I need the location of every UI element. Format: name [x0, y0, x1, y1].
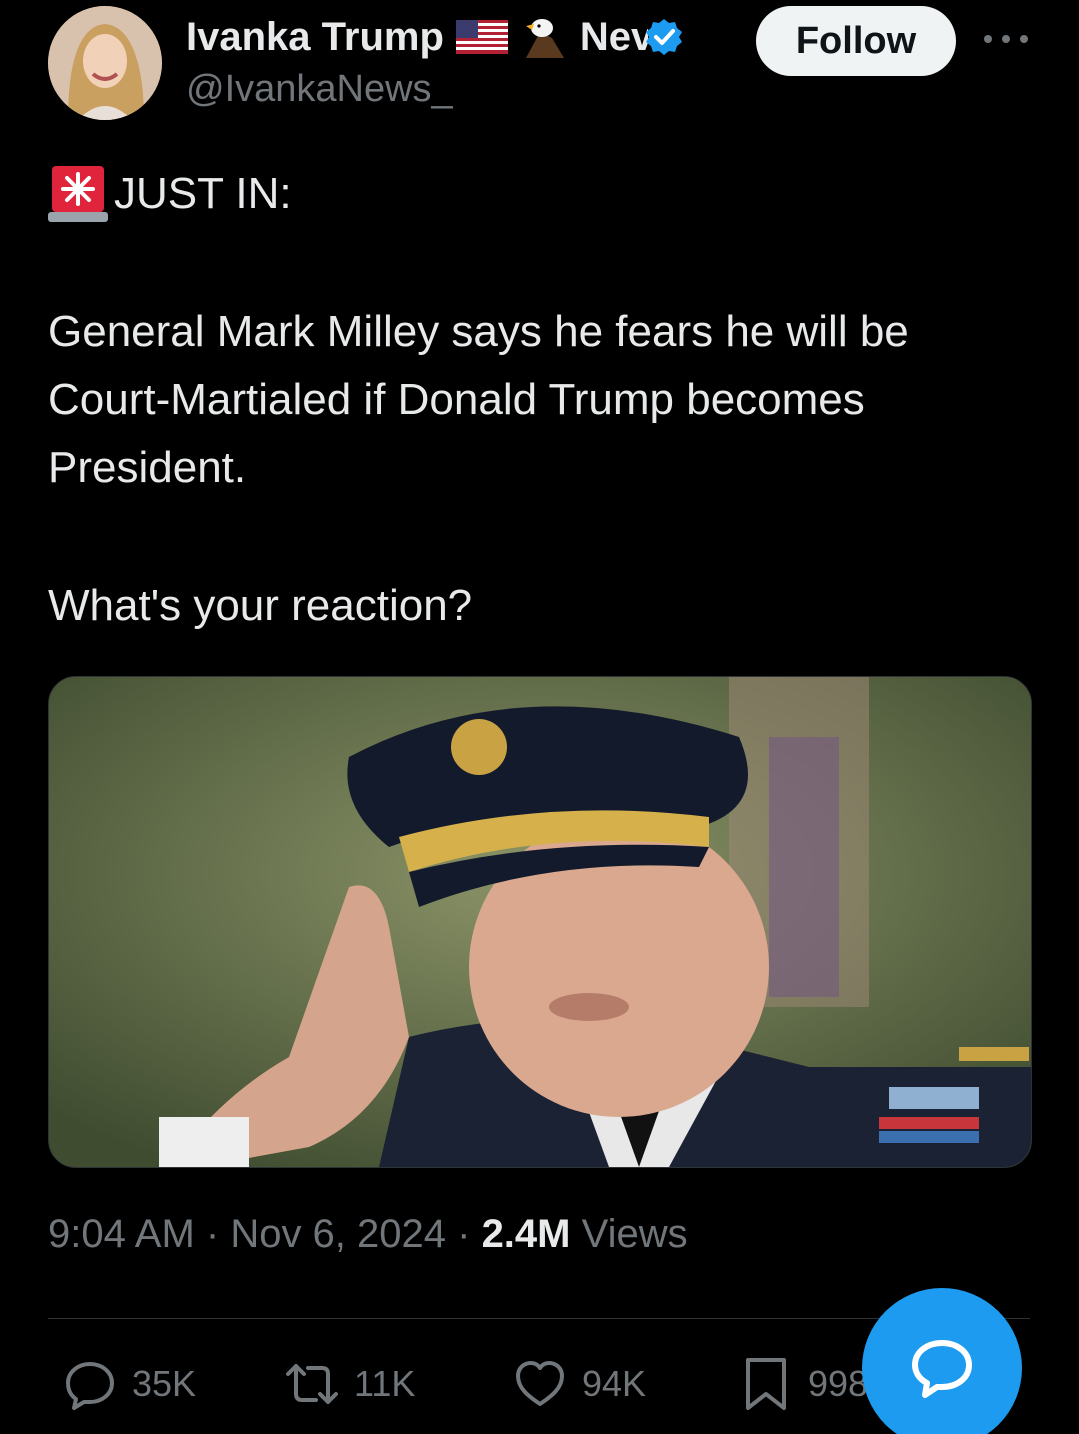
- tweet-alert-line: JUST IN:: [48, 160, 1038, 228]
- reply-count: 35K: [132, 1363, 197, 1404]
- views-count: 2.4M: [481, 1212, 571, 1256]
- follow-button[interactable]: Follow: [756, 6, 956, 76]
- reply-button[interactable]: 35K: [62, 1356, 196, 1412]
- heart-icon: [516, 1361, 564, 1406]
- tweet-meta: 9:04 AM · Nov 6, 2024 · 2.4M Views: [48, 1212, 688, 1257]
- bookmark-count: 998: [808, 1363, 869, 1404]
- verified-badge-icon: [644, 17, 684, 57]
- eagle-icon: [522, 16, 568, 58]
- meta-separator-2: ·: [446, 1212, 482, 1256]
- reply-icon: [66, 1362, 114, 1410]
- author-avatar[interactable]: [48, 6, 162, 120]
- tweet-question: What's your reaction?: [48, 581, 473, 630]
- bookmark-button[interactable]: 998: [738, 1356, 868, 1412]
- like-count: 94K: [582, 1363, 647, 1404]
- like-button[interactable]: 94K: [512, 1356, 646, 1412]
- alert-label: JUST IN:: [114, 169, 292, 218]
- author-handle[interactable]: @IvankaNews_: [186, 68, 453, 111]
- tweet-media-image[interactable]: [48, 676, 1032, 1168]
- siren-emoji-icon: [48, 162, 108, 226]
- chat-bubble-icon: [912, 1340, 972, 1398]
- bookmark-icon: [746, 1358, 786, 1410]
- author-name-suffix[interactable]: Nev: [580, 15, 648, 60]
- tweet-time[interactable]: 9:04 AM: [48, 1212, 195, 1256]
- tweet-body: General Mark Milley says he fears he wil…: [48, 307, 909, 492]
- more-options-icon[interactable]: [984, 24, 1028, 54]
- compose-reply-fab[interactable]: [862, 1288, 1022, 1434]
- views-label: Views: [581, 1212, 688, 1256]
- tweet-header: Ivanka Trump Nev @IvankaNews_ Follow: [0, 0, 1079, 140]
- repost-icon: [286, 1364, 338, 1404]
- author-name-row[interactable]: Ivanka Trump Nev: [186, 10, 736, 64]
- meta-separator: ·: [194, 1212, 231, 1256]
- repost-count: 11K: [354, 1363, 416, 1404]
- tweet-date[interactable]: Nov 6, 2024: [230, 1212, 446, 1256]
- us-flag-icon: [455, 20, 508, 54]
- repost-button[interactable]: 11K: [284, 1356, 415, 1412]
- author-display-name[interactable]: Ivanka Trump: [186, 15, 444, 60]
